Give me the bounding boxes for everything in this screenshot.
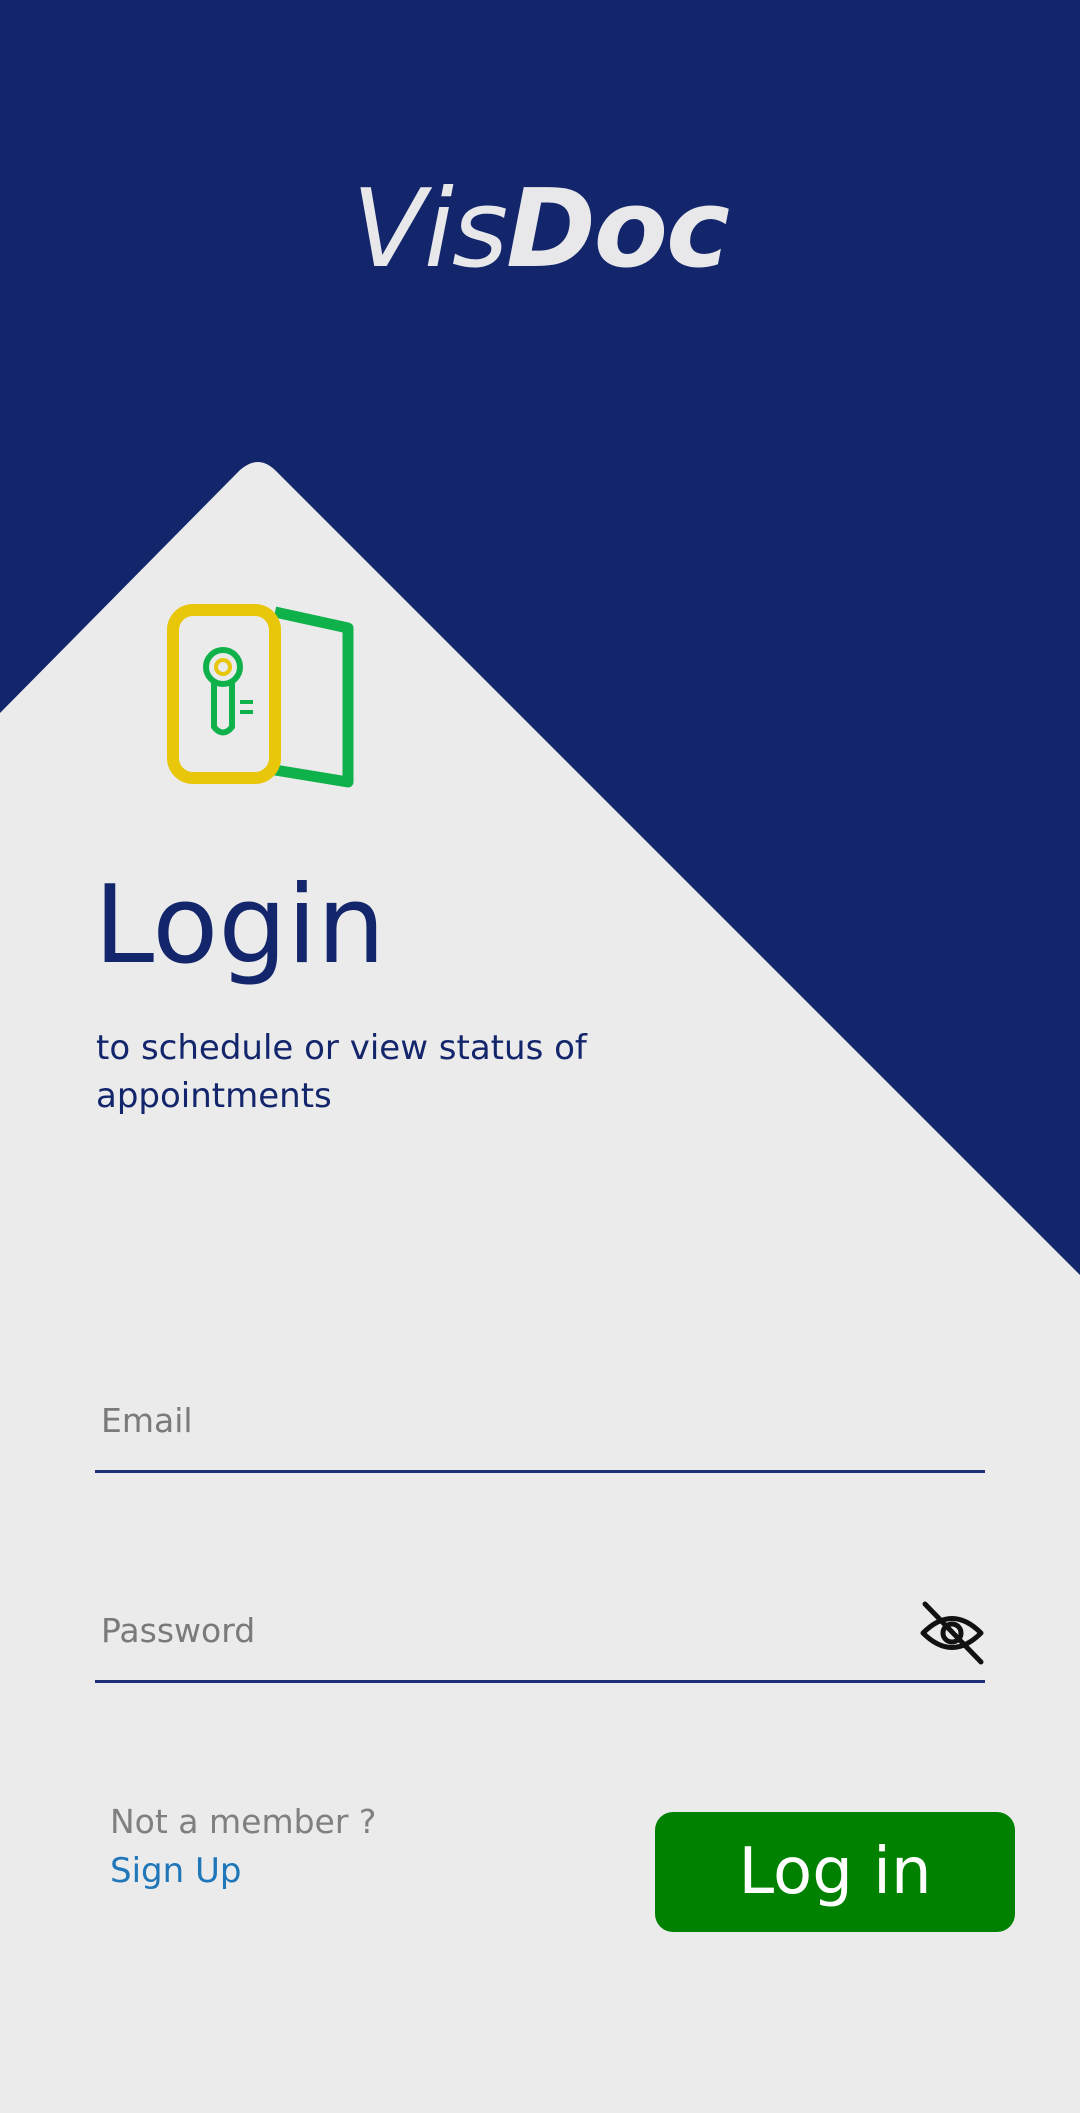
email-field (95, 1370, 985, 1473)
not-member-text: Not a member ? (110, 1802, 377, 1841)
app-logo-title: VisDoc (351, 167, 730, 292)
door-key-icon (167, 604, 354, 788)
sign-up-link[interactable]: Sign Up (110, 1849, 241, 1893)
eye-off-icon[interactable] (919, 1600, 985, 1666)
password-field (95, 1580, 985, 1683)
login-button[interactable]: Log in (655, 1812, 1015, 1932)
email-input[interactable] (101, 1370, 921, 1470)
page-subtitle: to schedule or view status of appointmen… (96, 1028, 587, 1116)
page-title: Login (94, 863, 386, 988)
password-input[interactable] (101, 1580, 921, 1680)
